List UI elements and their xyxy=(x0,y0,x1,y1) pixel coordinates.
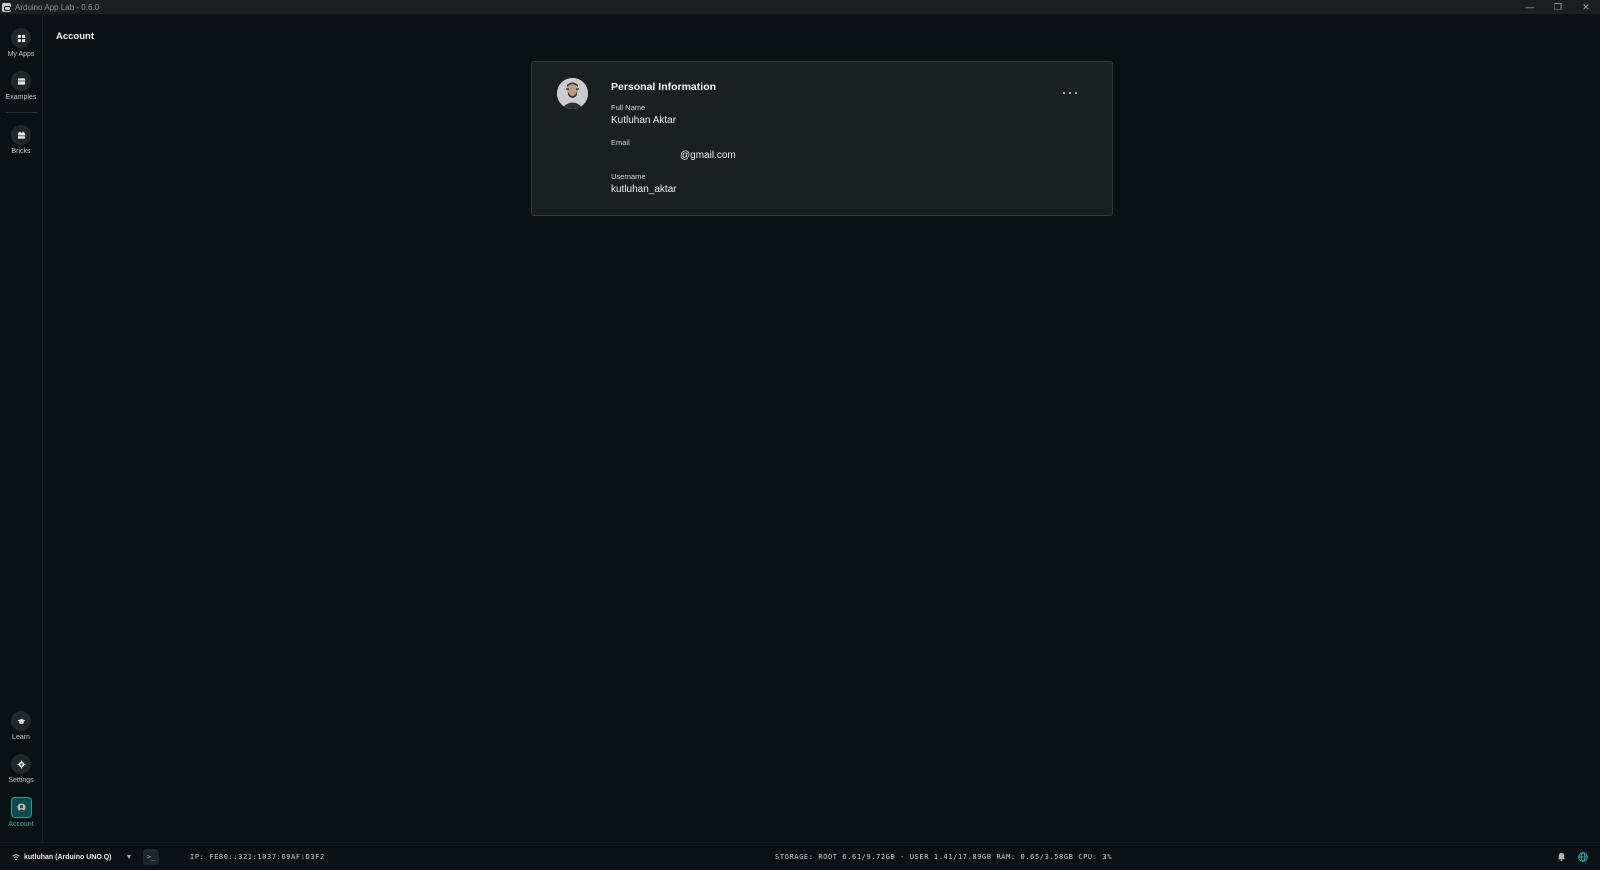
sidebar-item-label: Learn xyxy=(12,734,30,741)
sidebar-item-settings[interactable]: Settings xyxy=(0,754,42,784)
system-stats: STORAGE: ROOT 6.61/9.72GB - USER 1.41/17… xyxy=(775,853,1113,861)
minimize-button[interactable]: — xyxy=(1516,0,1544,14)
sidebar-item-examples[interactable]: Examples xyxy=(0,71,42,101)
sidebar-item-bricks[interactable]: Bricks xyxy=(0,125,42,155)
graduation-cap-icon xyxy=(11,711,31,731)
terminal-button[interactable]: >_ xyxy=(143,849,159,865)
personal-information-card: Personal Information Full Name Kutluhan … xyxy=(531,61,1113,216)
more-horizontal-icon xyxy=(1063,92,1065,94)
sidebar-item-my-apps[interactable]: My Apps xyxy=(0,28,42,58)
restore-button[interactable]: ❐ xyxy=(1544,0,1572,14)
page-title: Account xyxy=(56,31,94,42)
window-title: Arduino App Lab - 0.6.0 xyxy=(15,2,100,12)
ip-address: IP: FE80::321:1037:69AF:D3F2 xyxy=(190,853,325,861)
full-name-label: Full Name xyxy=(611,103,646,112)
more-options-button[interactable] xyxy=(1063,88,1077,98)
board-selector[interactable]: kutluhan (Arduino UNO Q) ▼ xyxy=(12,853,132,861)
sidebar-item-account[interactable]: Account xyxy=(0,797,42,828)
email-value: @gmail.com xyxy=(680,150,736,161)
terminal-icon: >_ xyxy=(146,853,156,861)
email-label: Email xyxy=(611,138,630,147)
wifi-icon xyxy=(12,854,20,861)
bricks-icon xyxy=(11,125,31,145)
title-bar: Arduino App Lab - 0.6.0 — ❐ ✕ xyxy=(0,0,1600,14)
card-heading: Personal Information xyxy=(611,81,717,93)
status-bar: kutluhan (Arduino UNO Q) ▼ >_ IP: FE80::… xyxy=(0,842,1600,870)
avatar[interactable] xyxy=(557,78,588,109)
window-controls: — ❐ ✕ xyxy=(1516,0,1600,14)
full-name-value: Kutluhan Aktar xyxy=(611,115,677,126)
sidebar-item-label: Bricks xyxy=(11,148,31,155)
sidebar-item-learn[interactable]: Learn xyxy=(0,711,42,741)
avatar-icon xyxy=(10,797,32,818)
sidebar-item-label: My Apps xyxy=(7,51,35,58)
sidebar: My Apps Examples Bricks Learn Settings A… xyxy=(0,14,43,842)
username-value: kutluhan_aktar xyxy=(611,184,677,195)
sidebar-item-label: Account xyxy=(8,821,34,828)
close-button[interactable]: ✕ xyxy=(1572,0,1600,14)
gear-icon xyxy=(11,754,31,774)
grid-icon xyxy=(11,28,31,48)
sidebar-divider xyxy=(6,112,37,113)
examples-icon xyxy=(11,71,31,91)
board-name: kutluhan (Arduino UNO Q) xyxy=(24,853,112,861)
app-logo-icon xyxy=(2,2,11,12)
globe-icon[interactable] xyxy=(1578,852,1588,862)
chevron-down-icon: ▼ xyxy=(125,853,133,861)
sidebar-item-label: Examples xyxy=(5,94,37,101)
username-label: Username xyxy=(611,172,646,181)
bell-icon[interactable] xyxy=(1557,852,1566,861)
sidebar-item-label: Settings xyxy=(8,777,34,784)
